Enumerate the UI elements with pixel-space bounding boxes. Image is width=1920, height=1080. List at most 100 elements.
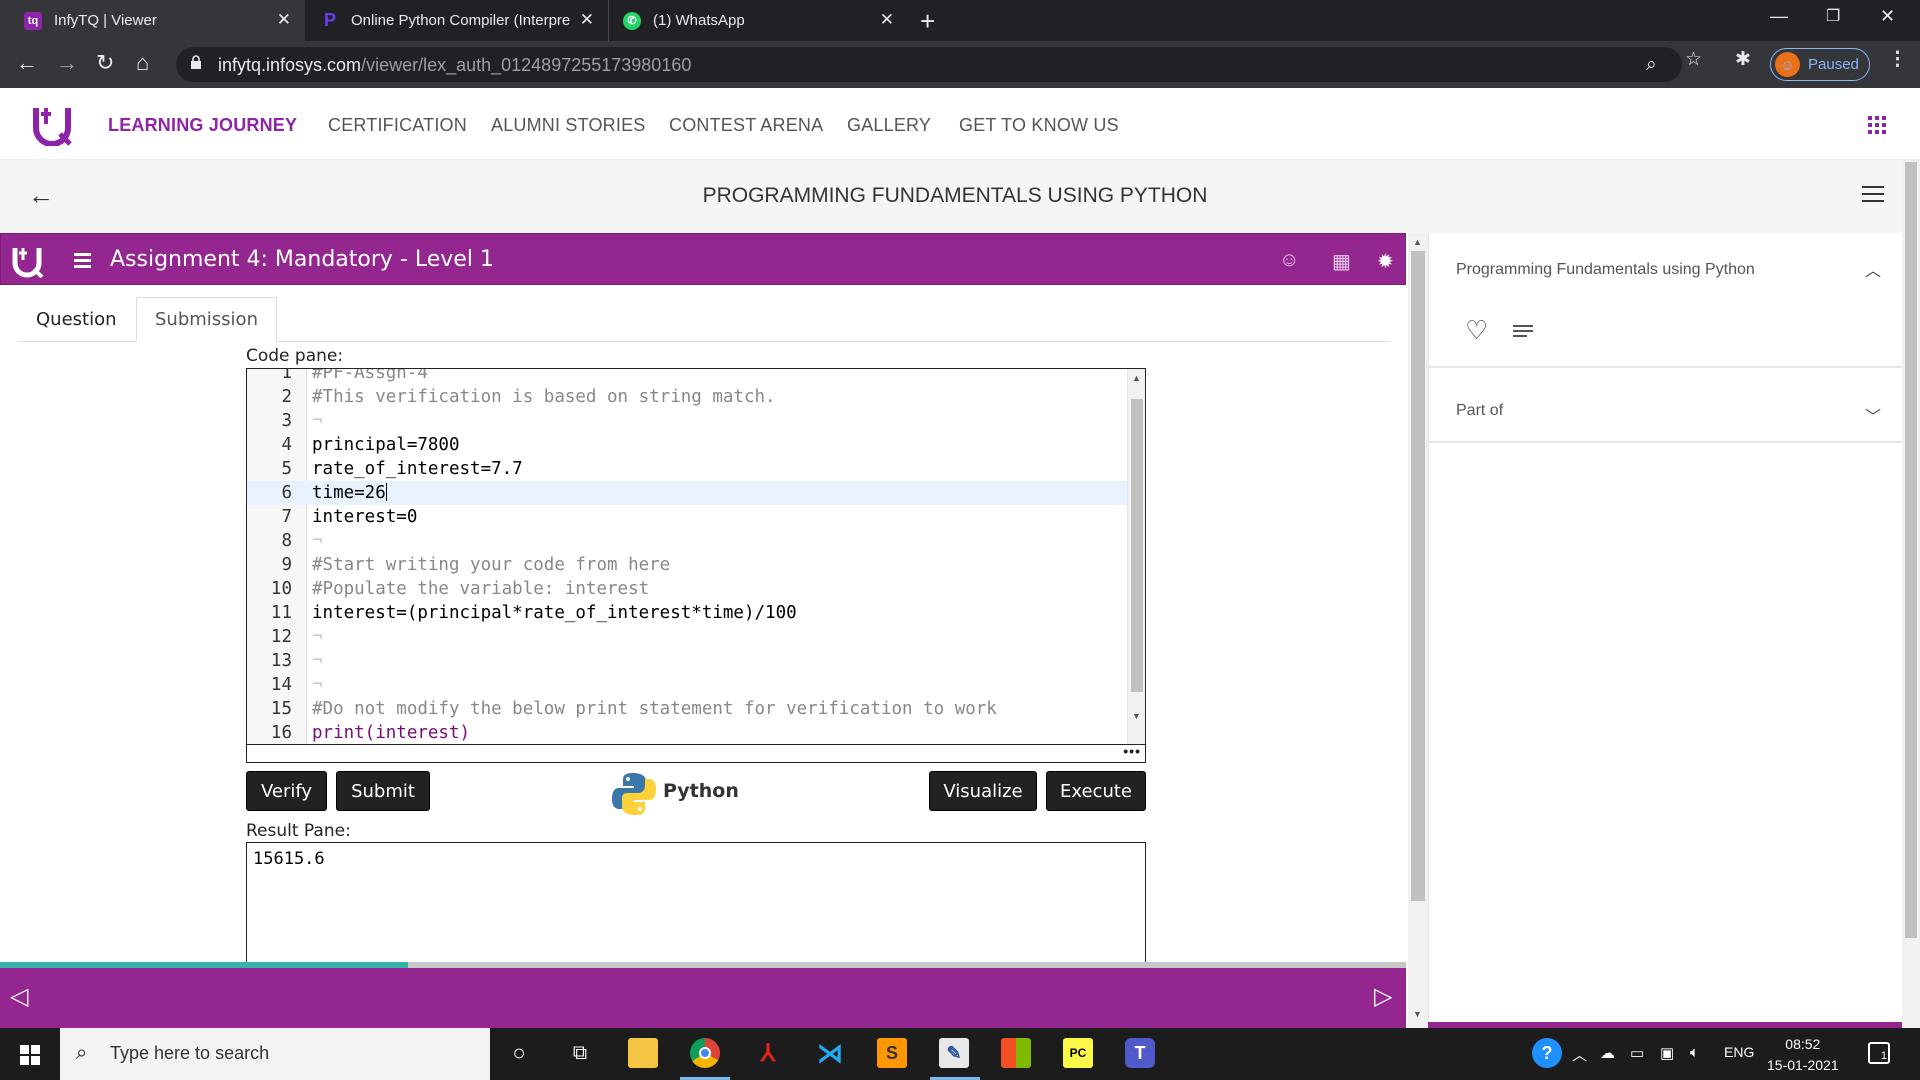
code-line: 16 print(interest) (270, 723, 471, 743)
clock[interactable]: 08:52 15-01-2021 (1767, 1034, 1839, 1076)
course-name[interactable]: Programming Fundamentals using Python (1456, 261, 1755, 279)
scroll-down-icon[interactable]: ▼ (1413, 1009, 1422, 1019)
forward-arrow-icon[interactable]: → (56, 50, 78, 76)
zoom-icon[interactable]: ⌕ (1646, 54, 1657, 76)
scrollbar-thumb[interactable] (1411, 251, 1425, 901)
new-tab-icon[interactable]: + (920, 6, 935, 37)
verify-button[interactable]: Verify (246, 771, 327, 811)
file-editor-icon[interactable]: ✎ (939, 1038, 969, 1068)
code-line: 11 interest=(principal*rate_of_interest*t… (270, 603, 797, 623)
toc-menu-icon[interactable] (74, 253, 91, 271)
microsoft-store-icon[interactable] (1001, 1038, 1031, 1068)
playlist-add-icon[interactable] (1513, 325, 1533, 340)
profile-button[interactable]: ☺ Paused (1770, 48, 1870, 81)
nav-certification[interactable]: CERTIFICATION (328, 115, 467, 136)
page-scrollbar[interactable] (1902, 160, 1920, 1028)
execute-button[interactable]: Execute (1046, 771, 1146, 811)
notification-center-icon[interactable]: 1 (1868, 1042, 1890, 1064)
scroll-down-icon[interactable]: ▼ (1132, 711, 1141, 721)
volume-icon[interactable]: 🔈︎ (1690, 1044, 1699, 1061)
code-line: 5 rate_of_interest=7.7 (281, 459, 523, 479)
editor-more-icon[interactable]: ••• (1123, 743, 1141, 759)
calendar-icon[interactable]: ▦ (1332, 249, 1351, 274)
scroll-up-icon[interactable]: ▲ (1413, 237, 1422, 247)
input-language[interactable]: ENG (1724, 1044, 1754, 1060)
battery-icon[interactable]: ▭ (1630, 1044, 1644, 1062)
code-line: 15 #Do not modify the below print stateme… (270, 699, 997, 719)
whatsapp-favicon-icon: ✆ (623, 11, 641, 30)
tab-submission[interactable]: Submission (136, 297, 277, 342)
vscode-icon[interactable]: ⋊ (815, 1038, 845, 1068)
browser-tab-python-compiler[interactable]: P Online Python Compiler (Interpre ✕ (305, 0, 608, 41)
language-label: Python (663, 780, 739, 802)
code-line: 12 ¬ (270, 627, 323, 647)
tab-question[interactable]: Question (18, 297, 135, 342)
submit-button[interactable]: Submit (336, 771, 430, 811)
pycharm-icon[interactable]: PC (1063, 1038, 1093, 1068)
close-tab-icon[interactable]: ✕ (880, 10, 894, 30)
teams-icon[interactable]: T (1125, 1038, 1155, 1068)
viewer-scrollbar[interactable]: ▲ ▼ (1408, 233, 1428, 1028)
code-line: 10 #Populate the variable: interest (270, 579, 650, 599)
code-editor[interactable]: 1 #PF-Assgn-4 2 #This verification is base… (246, 368, 1146, 763)
taskbar-search[interactable]: ⌕ Type here to search (60, 1028, 490, 1080)
editor-scrollbar[interactable]: ▲ ▼ (1127, 369, 1145, 744)
windows-start-icon[interactable] (20, 1045, 40, 1065)
search-icon: ⌕ (76, 1042, 88, 1064)
code-line: 3 ¬ (281, 411, 323, 431)
chrome-icon[interactable] (690, 1038, 720, 1068)
editor-status-bar: ••• (247, 743, 1145, 762)
url-text: infytq.infosys.com/viewer/lex_auth_01248… (218, 55, 691, 76)
close-tab-icon[interactable]: ✕ (277, 10, 291, 30)
extensions-puzzle-icon[interactable]: ✱ (1735, 48, 1751, 71)
lock-icon (191, 55, 201, 69)
code-line: 8 ¬ (281, 531, 323, 551)
close-tab-icon[interactable]: ✕ (580, 10, 594, 30)
browser-menu-icon[interactable]: ⋮ (1888, 48, 1907, 71)
address-bar[interactable]: infytq.infosys.com/viewer/lex_auth_01248… (176, 47, 1682, 82)
cortana-icon[interactable]: ○ (504, 1038, 534, 1068)
previous-arrow-icon[interactable]: ◁ (10, 982, 28, 1011)
chevron-up-icon[interactable]: ︿ (1865, 257, 1881, 281)
minimize-icon[interactable]: — (1770, 6, 1788, 27)
close-window-icon[interactable]: ✕ (1880, 6, 1895, 27)
scroll-up-icon[interactable]: ▲ (1132, 373, 1141, 383)
question-submission-tabs: Question Submission (18, 297, 1390, 342)
browser-tab-whatsapp[interactable]: ✆ (1) WhatsApp ✕ (608, 0, 908, 41)
network-icon[interactable]: ▣ (1660, 1044, 1674, 1062)
acrobat-icon[interactable]: ⅄ (753, 1038, 783, 1068)
code-line: 1 #PF-Assgn-4 (281, 368, 428, 383)
visualize-button[interactable]: Visualize (929, 771, 1037, 811)
tray-chevron-up-icon[interactable]: ︿ (1572, 1044, 1587, 1065)
part-of-card[interactable]: Part of ﹀ (1429, 385, 1903, 443)
onedrive-cloud-icon[interactable]: ☁ (1600, 1044, 1615, 1062)
smiley-feedback-icon[interactable]: ☺ (1279, 249, 1299, 272)
reload-icon[interactable]: ↻ (96, 50, 114, 76)
profile-status: Paused (1808, 56, 1859, 73)
help-icon[interactable]: ? (1532, 1038, 1562, 1068)
code-lines: 1 #PF-Assgn-4 2 #This verification is base… (247, 368, 1127, 745)
nav-gallery[interactable]: GALLERY (847, 115, 931, 136)
scrollbar-thumb[interactable] (1905, 162, 1917, 938)
back-arrow-icon[interactable]: ← (16, 50, 38, 76)
heart-icon[interactable]: ♡ (1465, 315, 1488, 346)
apps-grid-icon[interactable] (1868, 116, 1886, 134)
task-view-icon[interactable]: ⧉ (565, 1038, 595, 1068)
file-explorer-icon[interactable] (628, 1038, 658, 1068)
home-icon[interactable]: ⌂ (136, 50, 149, 76)
next-arrow-icon[interactable]: ▷ (1374, 982, 1392, 1011)
nav-learning-journey[interactable]: LEARNING JOURNEY (108, 115, 297, 136)
hamburger-menu-icon[interactable] (1862, 186, 1884, 207)
infytq-logo[interactable] (30, 102, 74, 146)
browser-tab-infytq[interactable]: tq InfyTQ | Viewer ✕ (0, 0, 305, 41)
bookmark-star-icon[interactable]: ☆ (1685, 48, 1702, 71)
url-path: /viewer/lex_auth_0124897255173980160 (361, 55, 692, 75)
settings-gear-icon[interactable]: ✹ (1377, 249, 1394, 274)
nav-alumni-stories[interactable]: ALUMNI STORIES (491, 115, 646, 136)
nav-get-to-know-us[interactable]: GET TO KNOW US (959, 115, 1119, 136)
chevron-down-icon[interactable]: ﹀ (1865, 403, 1881, 427)
scrollbar-thumb[interactable] (1131, 399, 1143, 692)
restore-icon[interactable]: ❐ (1826, 6, 1840, 26)
sublime-text-icon[interactable]: S (877, 1038, 907, 1068)
nav-contest-arena[interactable]: CONTEST ARENA (669, 115, 823, 136)
